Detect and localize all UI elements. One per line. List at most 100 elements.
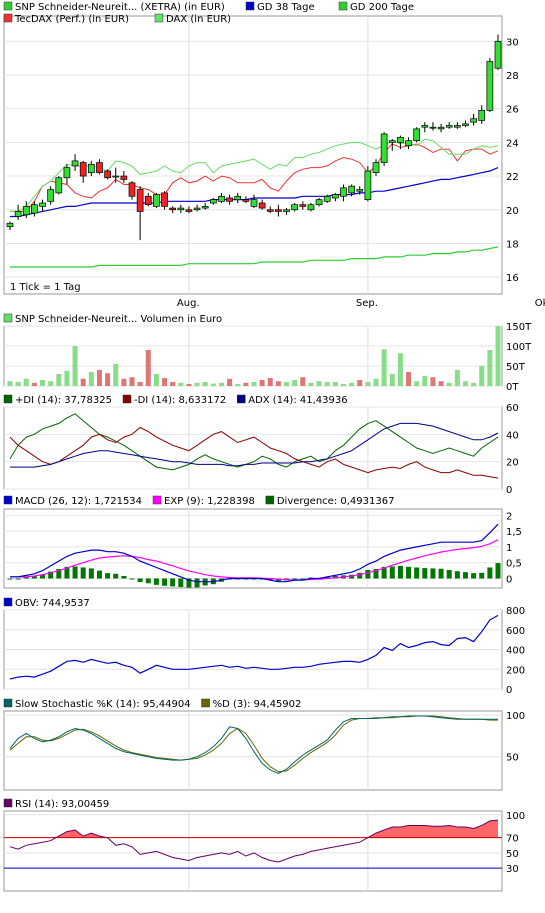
candle-body-36: [299, 204, 307, 207]
volume-bar-35: [292, 380, 298, 386]
candle-body-7: [63, 167, 71, 179]
candle-body-13: [112, 175, 120, 178]
volume-legend-swatch-0: [3, 313, 13, 323]
obv-legend-label-0: OBV: 744,9537: [15, 598, 90, 609]
dmi-legend-label-1: -DI (14): 8,633172: [134, 395, 226, 406]
stoch-ytick-label-1: 100: [506, 711, 525, 722]
price-frame: [3, 15, 503, 295]
price-legend-label-4: DAX (in EUR): [166, 14, 231, 25]
volume-bar-49: [406, 372, 412, 386]
macd-divergence-bar-58: [479, 572, 485, 579]
price-ytick-label-7: 30: [506, 37, 519, 48]
macd-divergence-bar-49: [406, 566, 412, 579]
candle-body-23: [193, 207, 201, 211]
volume-bar-13: [113, 364, 119, 386]
candle-body-48: [397, 136, 404, 143]
volume-bar-52: [430, 377, 436, 386]
stoch-legend-label-1: %D (3): 94,45902: [213, 699, 302, 710]
volume-bar-23: [194, 382, 200, 386]
macd-divergence-bar-8: [72, 566, 78, 579]
volume-bar-47: [389, 374, 395, 386]
candle-body-49: [405, 140, 412, 147]
dmi-legend-swatch-0: [3, 394, 13, 404]
macd-divergence-bar-14: [121, 575, 127, 579]
macd-legend-swatch-2: [265, 495, 275, 505]
volume-bar-27: [227, 378, 233, 386]
volume-bar-18: [153, 374, 159, 386]
candle-body-15: [128, 182, 136, 197]
macd-divergence-bar-57: [471, 573, 477, 579]
price-ytick-label-0: 16: [506, 273, 519, 284]
rsi-ytick-label-1: 50: [506, 849, 519, 860]
macd-divergence-bar-0: [7, 578, 13, 580]
price-legend-label-0: SNP Schneider-Neureit... (XETRA) (in EUR…: [15, 2, 225, 13]
volume-bar-10: [88, 372, 94, 386]
macd-divergence-bar-21: [178, 578, 184, 588]
candle-body-57: [470, 118, 477, 123]
obv-ytick-label-0: 0: [506, 685, 512, 696]
candle-body-11: [96, 162, 103, 174]
volume-bar-16: [137, 382, 143, 386]
macd-ytick-label-4: 2: [506, 511, 512, 522]
macd-divergence-bar-48: [397, 565, 403, 579]
macd-ytick-label-2: 1: [506, 543, 512, 554]
macd-divergence-bar-1: [15, 578, 21, 580]
candle-body-60: [494, 40, 502, 69]
macd-divergence-bar-12: [105, 573, 111, 579]
rsi-ytick-label-2: 70: [506, 834, 519, 845]
candle-body-16: [136, 189, 144, 212]
stoch-legend-swatch-0: [3, 698, 13, 708]
obv-ytick-label-1: 200: [506, 665, 525, 676]
candle-body-53: [437, 126, 445, 130]
macd-divergence-bar-55: [454, 571, 460, 579]
macd-divergence-bar-15: [129, 578, 135, 580]
price-ytick-label-4: 24: [506, 138, 519, 149]
volume-bar-56: [462, 381, 468, 386]
rsi-panel: 30 50 70 100 RSI (14): 93,00459: [3, 798, 525, 892]
candle-body-28: [234, 195, 242, 200]
candle-body-33: [275, 209, 282, 212]
macd-panel: 0 0,5 1 1,5 2 MACD (26, 12): 1,721534 EXP (9):…: [3, 495, 522, 589]
volume-ytick-label-0: 0T: [506, 382, 519, 393]
price-legend-swatch-4: [154, 13, 164, 23]
volume-bar-3: [31, 382, 37, 386]
dmi-ytick-label-3: 60: [506, 403, 519, 414]
volume-bar-34: [284, 382, 290, 386]
x-tick-label-0: Aug.: [177, 298, 200, 309]
volume-bar-44: [365, 382, 371, 386]
candle-body-39: [323, 195, 331, 202]
macd-ytick-label-1: 0,5: [506, 559, 522, 570]
volume-bar-8: [72, 346, 78, 386]
price-ytick-label-6: 28: [506, 71, 519, 82]
rsi-legend-label-0: RSI (14): 93,00459: [15, 799, 109, 810]
volume-bar-58: [479, 366, 485, 386]
candle-body-59: [486, 61, 494, 111]
obv-ytick-label-3: 600: [506, 626, 525, 637]
candle-body-18: [153, 194, 160, 207]
volume-bar-26: [218, 382, 224, 386]
macd-divergence-bar-13: [113, 573, 119, 579]
volume-bar-45: [373, 378, 379, 386]
volume-bar-2: [23, 378, 29, 386]
macd-divergence-bar-60: [495, 563, 501, 579]
volume-bar-22: [186, 384, 192, 386]
price-ytick-label-5: 26: [506, 105, 519, 116]
dmi-ytick-label-2: 40: [506, 430, 519, 441]
obv-ytick-label-4: 800: [506, 606, 525, 617]
volume-bar-1: [15, 382, 21, 386]
volume-bar-0: [7, 381, 13, 386]
macd-divergence-bar-54: [446, 569, 452, 579]
candle-body-26: [218, 195, 225, 202]
macd-divergence-bar-52: [430, 568, 436, 579]
rsi-frame: [3, 810, 503, 892]
stoch-panel: 50 100 Slow Stochastic %K (14): 95,44904 %D…: [3, 698, 525, 791]
macd-divergence-bar-19: [162, 578, 168, 586]
macd-ytick-label-0: 0: [506, 575, 512, 586]
candle-body-25: [209, 199, 217, 204]
dmi-legend-swatch-2: [236, 394, 246, 404]
candle-body-56: [462, 123, 469, 126]
dmi-legend-label-2: ADX (14): 41,43936: [248, 395, 347, 406]
volume-bar-59: [487, 350, 493, 386]
candle-body-38: [315, 199, 323, 206]
stock-chart-svg: 1618202224262830SNP Schneider-Neureit...…: [3, 1, 545, 892]
